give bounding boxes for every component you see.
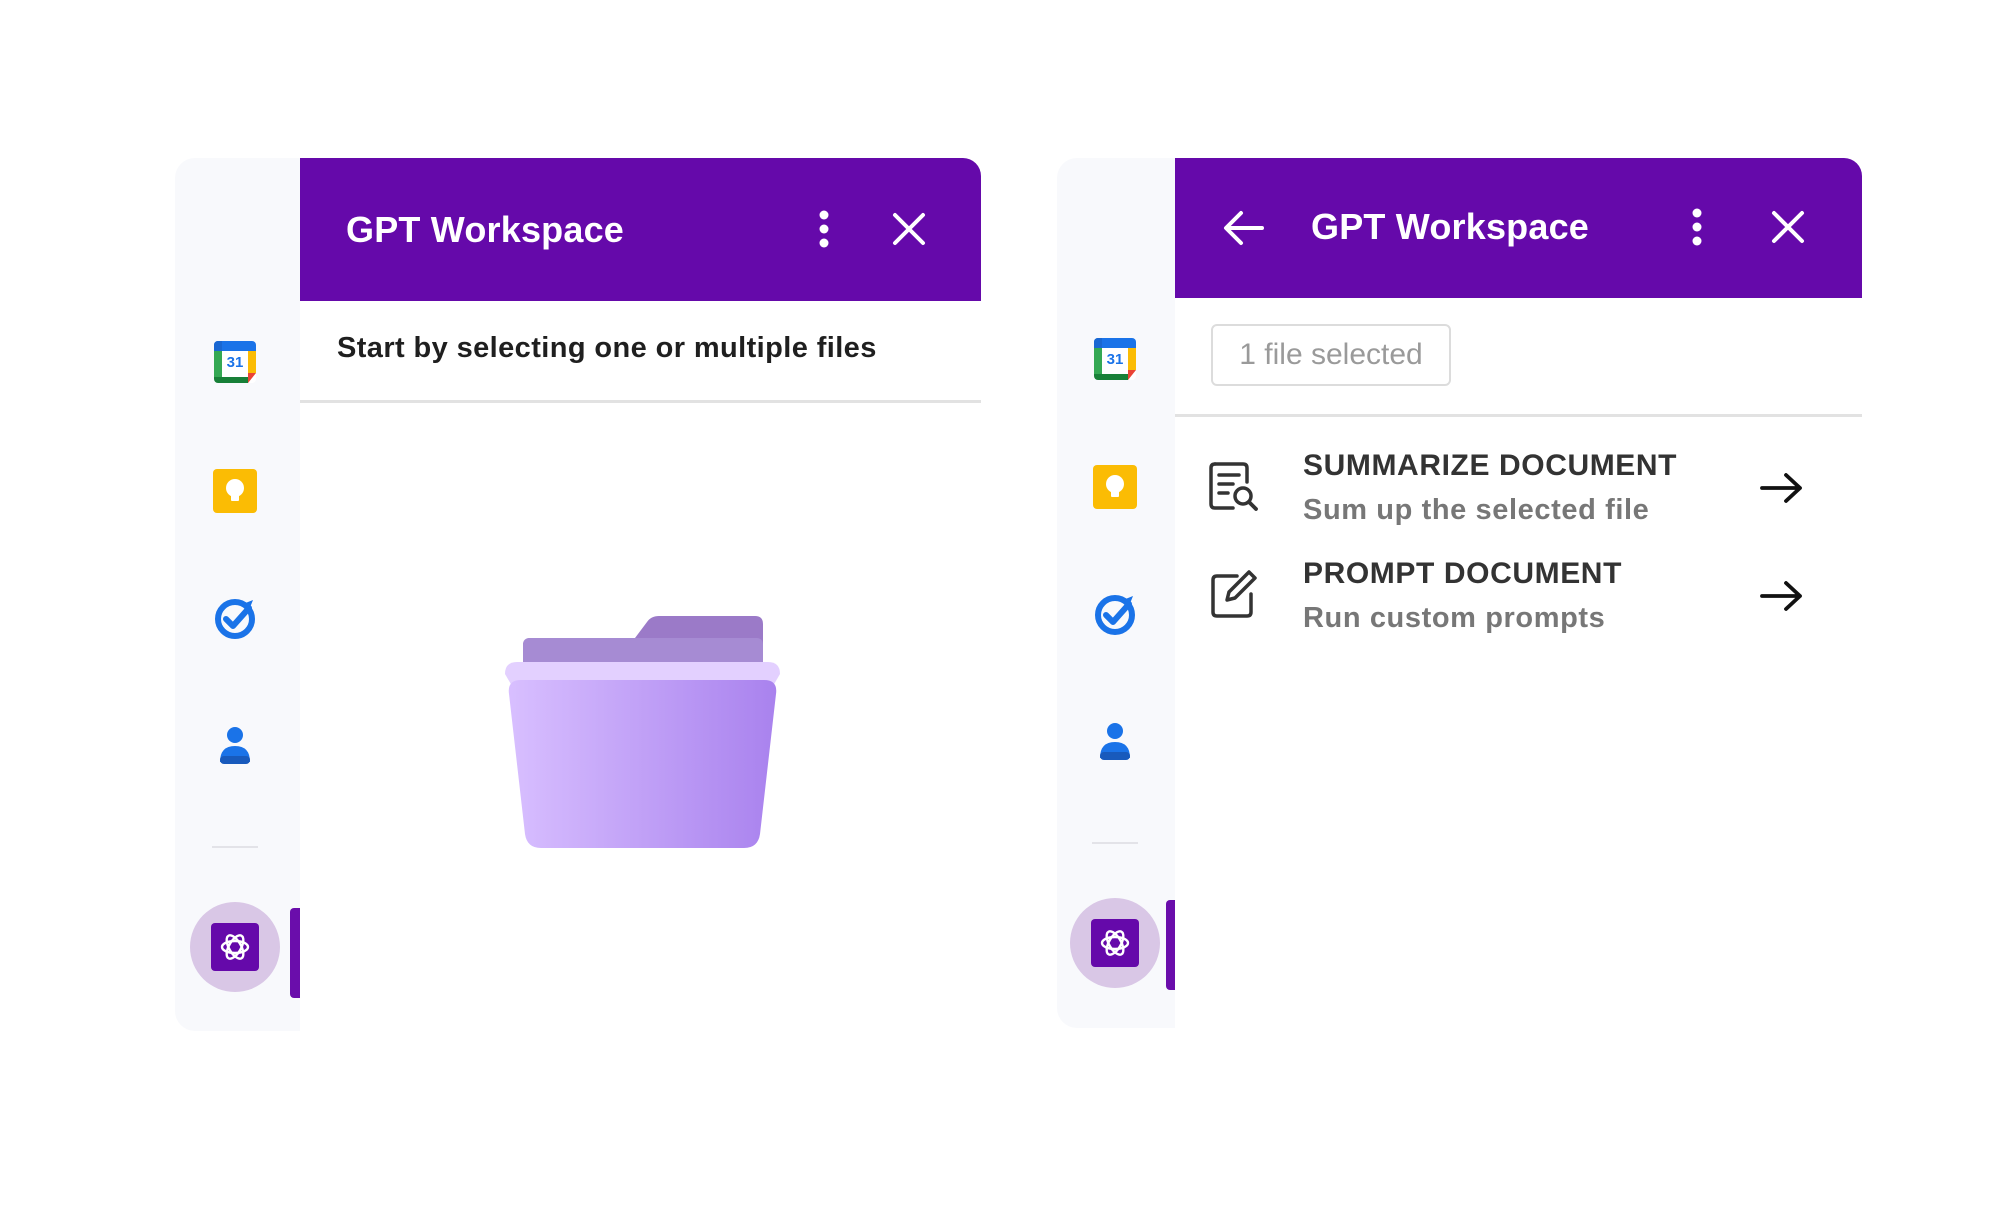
action-subtitle: Sum up the selected file bbox=[1303, 494, 1650, 526]
action-title: SUMMARIZE DOCUMENT bbox=[1303, 449, 1678, 482]
more-vert-icon bbox=[819, 210, 829, 248]
tasks-check-icon bbox=[215, 599, 255, 639]
rail-active-indicator bbox=[1166, 900, 1175, 990]
lightbulb-icon bbox=[1093, 465, 1137, 509]
action-title: PROMPT DOCUMENT bbox=[1303, 557, 1622, 590]
action-subtitle: Run custom prompts bbox=[1303, 602, 1606, 634]
prompt-document-action[interactable]: PROMPT DOCUMENT Run custom prompts bbox=[1175, 546, 1862, 646]
rail-divider bbox=[1092, 842, 1138, 844]
rail-item-tasks[interactable] bbox=[1093, 592, 1137, 636]
back-button[interactable] bbox=[1219, 206, 1267, 250]
person-icon bbox=[1100, 723, 1130, 760]
more-options-button[interactable] bbox=[1682, 202, 1712, 252]
rail-item-contacts[interactable] bbox=[215, 724, 255, 768]
folder-icon bbox=[505, 616, 780, 848]
addon-pane: GPT Workspace 1 file selected SUMMARIZE … bbox=[1175, 158, 1862, 1028]
addon-header: GPT Workspace bbox=[300, 158, 981, 301]
calendar-label: 31 bbox=[226, 354, 244, 371]
rail-item-calendar[interactable]: 31 bbox=[1092, 336, 1138, 382]
divider bbox=[1175, 414, 1862, 417]
arrow-right-icon bbox=[1759, 578, 1805, 614]
rail-item-gpt-workspace[interactable] bbox=[190, 902, 280, 992]
divider bbox=[300, 400, 981, 403]
rail-divider bbox=[212, 846, 258, 848]
close-icon bbox=[893, 213, 925, 245]
openai-icon bbox=[1091, 919, 1139, 967]
side-rail: 31 bbox=[175, 158, 300, 1031]
empty-state-folder bbox=[505, 616, 780, 848]
close-icon bbox=[1772, 211, 1804, 243]
rail-item-tasks[interactable] bbox=[213, 596, 257, 640]
openai-icon bbox=[211, 923, 259, 971]
person-icon bbox=[220, 727, 250, 764]
calendar-label: 31 bbox=[1106, 351, 1124, 368]
rail-item-calendar[interactable]: 31 bbox=[212, 339, 258, 385]
document-search-icon bbox=[1209, 460, 1259, 512]
right-panel: 31 GPT Workspace 1 file selected SUMMARI… bbox=[1057, 158, 1862, 1028]
close-button[interactable] bbox=[1767, 206, 1809, 248]
addon-pane: GPT Workspace Start by selecting one or … bbox=[300, 158, 981, 1031]
rail-active-indicator bbox=[290, 908, 300, 998]
rail-item-keep[interactable] bbox=[1092, 464, 1138, 510]
summarize-document-action[interactable]: SUMMARIZE DOCUMENT Sum up the selected f… bbox=[1175, 438, 1862, 538]
instruction-text: Start by selecting one or multiple files bbox=[337, 332, 877, 364]
addon-header: GPT Workspace bbox=[1175, 158, 1862, 298]
selected-files-chip[interactable]: 1 file selected bbox=[1211, 324, 1451, 386]
left-panel: 31 GPT Workspace Start by selecting one … bbox=[175, 158, 981, 1031]
edit-icon bbox=[1209, 568, 1259, 620]
rail-item-keep[interactable] bbox=[212, 468, 258, 514]
tasks-check-icon bbox=[1095, 595, 1135, 635]
lightbulb-icon bbox=[213, 469, 257, 513]
more-vert-icon bbox=[1692, 208, 1702, 246]
rail-item-gpt-workspace[interactable] bbox=[1070, 898, 1160, 988]
more-options-button[interactable] bbox=[809, 204, 839, 254]
header-title: GPT Workspace bbox=[1311, 206, 1590, 247]
side-rail: 31 bbox=[1057, 158, 1175, 1028]
rail-item-contacts[interactable] bbox=[1095, 720, 1135, 764]
arrow-right-icon bbox=[1759, 470, 1805, 506]
header-title: GPT Workspace bbox=[346, 209, 625, 250]
arrow-left-icon bbox=[1224, 211, 1264, 245]
close-button[interactable] bbox=[888, 208, 930, 250]
